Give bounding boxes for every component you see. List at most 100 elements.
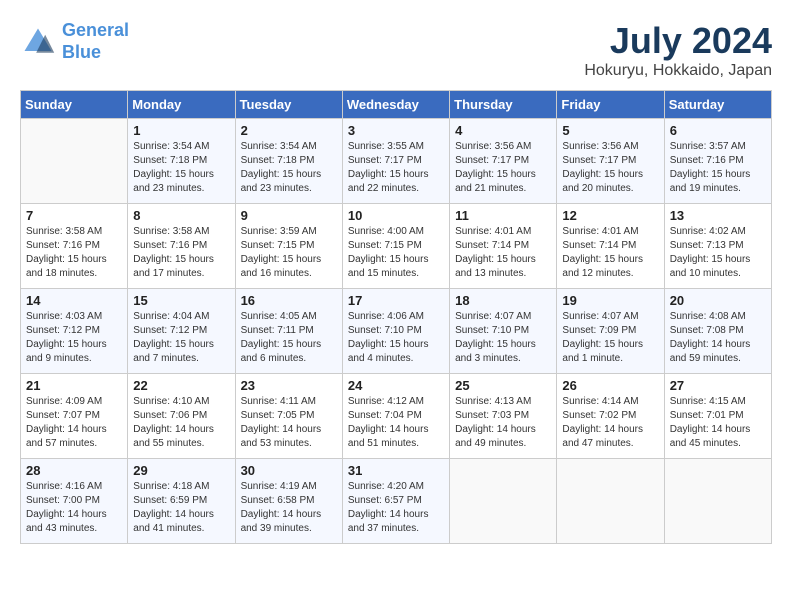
day-detail: Sunrise: 3:57 AMSunset: 7:16 PMDaylight:…: [670, 140, 766, 196]
day-number: 10: [348, 208, 444, 223]
day-detail: Sunrise: 3:54 AMSunset: 7:18 PMDaylight:…: [133, 140, 229, 196]
day-number: 12: [562, 208, 658, 223]
calendar-week-5: 28 Sunrise: 4:16 AMSunset: 7:00 PMDayligh…: [21, 459, 772, 544]
calendar-cell: 4 Sunrise: 3:56 AMSunset: 7:17 PMDaylight…: [450, 119, 557, 204]
day-detail: Sunrise: 4:14 AMSunset: 7:02 PMDaylight:…: [562, 395, 658, 451]
day-detail: Sunrise: 4:03 AMSunset: 7:12 PMDaylight:…: [26, 310, 122, 366]
day-number: 17: [348, 293, 444, 308]
day-detail: Sunrise: 4:19 AMSunset: 6:58 PMDaylight:…: [241, 480, 337, 536]
page-header: General Blue July 2024 Hokuryu, Hokkaido…: [20, 20, 772, 80]
calendar-cell: 26 Sunrise: 4:14 AMSunset: 7:02 PMDayligh…: [557, 374, 664, 459]
month-title: July 2024: [584, 20, 772, 62]
calendar-cell: 13 Sunrise: 4:02 AMSunset: 7:13 PMDayligh…: [664, 204, 771, 289]
day-detail: Sunrise: 4:04 AMSunset: 7:12 PMDaylight:…: [133, 310, 229, 366]
day-number: 9: [241, 208, 337, 223]
day-detail: Sunrise: 3:56 AMSunset: 7:17 PMDaylight:…: [562, 140, 658, 196]
logo-line1: General: [62, 20, 129, 40]
day-number: 16: [241, 293, 337, 308]
day-number: 7: [26, 208, 122, 223]
calendar-cell: 12 Sunrise: 4:01 AMSunset: 7:14 PMDayligh…: [557, 204, 664, 289]
calendar-cell: 19Sunrise: 4:07 AMSunset: 7:09 PMDayligh…: [557, 289, 664, 374]
logo-text: General Blue: [62, 20, 129, 63]
day-detail: Sunrise: 3:59 AMSunset: 7:15 PMDaylight:…: [241, 225, 337, 281]
day-number: 20: [670, 293, 766, 308]
day-number: 6: [670, 123, 766, 138]
day-detail: Sunrise: 4:10 AMSunset: 7:06 PMDaylight:…: [133, 395, 229, 451]
calendar-cell: 2Sunrise: 3:54 AMSunset: 7:18 PMDaylight…: [235, 119, 342, 204]
day-number: 5: [562, 123, 658, 138]
day-number: 28: [26, 463, 122, 478]
calendar-cell: 7 Sunrise: 3:58 AMSunset: 7:16 PMDaylight…: [21, 204, 128, 289]
day-number: 23: [241, 378, 337, 393]
calendar-cell: 14 Sunrise: 4:03 AMSunset: 7:12 PMDayligh…: [21, 289, 128, 374]
day-number: 21: [26, 378, 122, 393]
day-number: 29: [133, 463, 229, 478]
calendar-cell: 20 Sunrise: 4:08 AMSunset: 7:08 PMDayligh…: [664, 289, 771, 374]
day-number: 26: [562, 378, 658, 393]
day-detail: Sunrise: 3:58 AMSunset: 7:16 PMDaylight:…: [133, 225, 229, 281]
calendar-week-1: 1Sunrise: 3:54 AMSunset: 7:18 PMDaylight…: [21, 119, 772, 204]
weekday-header-monday: Monday: [128, 91, 235, 119]
calendar-cell: 29Sunrise: 4:18 AMSunset: 6:59 PMDayligh…: [128, 459, 235, 544]
day-number: 13: [670, 208, 766, 223]
day-number: 30: [241, 463, 337, 478]
day-detail: Sunrise: 4:07 AMSunset: 7:10 PMDaylight:…: [455, 310, 551, 366]
logo: General Blue: [20, 20, 129, 63]
calendar-cell: 22 Sunrise: 4:10 AMSunset: 7:06 PMDayligh…: [128, 374, 235, 459]
calendar-cell: 1Sunrise: 3:54 AMSunset: 7:18 PMDaylight…: [128, 119, 235, 204]
weekday-header-thursday: Thursday: [450, 91, 557, 119]
day-number: 25: [455, 378, 551, 393]
calendar-week-4: 21Sunrise: 4:09 AMSunset: 7:07 PMDayligh…: [21, 374, 772, 459]
calendar-cell: 25 Sunrise: 4:13 AMSunset: 7:03 PMDayligh…: [450, 374, 557, 459]
day-detail: Sunrise: 4:16 AMSunset: 7:00 PMDaylight:…: [26, 480, 122, 536]
day-detail: Sunrise: 3:58 AMSunset: 7:16 PMDaylight:…: [26, 225, 122, 281]
calendar-cell: 24 Sunrise: 4:12 AMSunset: 7:04 PMDayligh…: [342, 374, 449, 459]
day-number: 11: [455, 208, 551, 223]
calendar-cell: [664, 459, 771, 544]
weekday-header-sunday: Sunday: [21, 91, 128, 119]
weekday-header-wednesday: Wednesday: [342, 91, 449, 119]
day-detail: Sunrise: 4:20 AMSunset: 6:57 PMDaylight:…: [348, 480, 444, 536]
calendar-cell: 11 Sunrise: 4:01 AMSunset: 7:14 PMDayligh…: [450, 204, 557, 289]
calendar-body: 1Sunrise: 3:54 AMSunset: 7:18 PMDaylight…: [21, 119, 772, 544]
day-detail: Sunrise: 4:01 AMSunset: 7:14 PMDaylight:…: [562, 225, 658, 281]
day-detail: Sunrise: 4:13 AMSunset: 7:03 PMDaylight:…: [455, 395, 551, 451]
weekday-header-tuesday: Tuesday: [235, 91, 342, 119]
day-detail: Sunrise: 4:15 AMSunset: 7:01 PMDaylight:…: [670, 395, 766, 451]
day-number: 24: [348, 378, 444, 393]
calendar-cell: [557, 459, 664, 544]
day-detail: Sunrise: 4:11 AMSunset: 7:05 PMDaylight:…: [241, 395, 337, 451]
weekday-header-row: SundayMondayTuesdayWednesdayThursdayFrid…: [21, 91, 772, 119]
day-detail: Sunrise: 4:02 AMSunset: 7:13 PMDaylight:…: [670, 225, 766, 281]
calendar-cell: 5 Sunrise: 3:56 AMSunset: 7:17 PMDaylight…: [557, 119, 664, 204]
weekday-header-friday: Friday: [557, 91, 664, 119]
day-detail: Sunrise: 4:00 AMSunset: 7:15 PMDaylight:…: [348, 225, 444, 281]
day-number: 31: [348, 463, 444, 478]
day-detail: Sunrise: 3:56 AMSunset: 7:17 PMDaylight:…: [455, 140, 551, 196]
calendar-cell: 30 Sunrise: 4:19 AMSunset: 6:58 PMDayligh…: [235, 459, 342, 544]
calendar-cell: 6 Sunrise: 3:57 AMSunset: 7:16 PMDaylight…: [664, 119, 771, 204]
calendar-cell: 18 Sunrise: 4:07 AMSunset: 7:10 PMDayligh…: [450, 289, 557, 374]
day-detail: Sunrise: 4:01 AMSunset: 7:14 PMDaylight:…: [455, 225, 551, 281]
day-number: 18: [455, 293, 551, 308]
calendar-cell: 21Sunrise: 4:09 AMSunset: 7:07 PMDayligh…: [21, 374, 128, 459]
title-block: July 2024 Hokuryu, Hokkaido, Japan: [584, 20, 772, 80]
day-detail: Sunrise: 4:05 AMSunset: 7:11 PMDaylight:…: [241, 310, 337, 366]
day-detail: Sunrise: 4:08 AMSunset: 7:08 PMDaylight:…: [670, 310, 766, 366]
day-number: 19: [562, 293, 658, 308]
weekday-header-saturday: Saturday: [664, 91, 771, 119]
calendar-cell: 31 Sunrise: 4:20 AMSunset: 6:57 PMDayligh…: [342, 459, 449, 544]
calendar-cell: 17Sunrise: 4:06 AMSunset: 7:10 PMDayligh…: [342, 289, 449, 374]
calendar-cell: [21, 119, 128, 204]
day-number: 14: [26, 293, 122, 308]
calendar-cell: 23 Sunrise: 4:11 AMSunset: 7:05 PMDayligh…: [235, 374, 342, 459]
calendar-cell: 8Sunrise: 3:58 AMSunset: 7:16 PMDaylight…: [128, 204, 235, 289]
calendar-cell: 10 Sunrise: 4:00 AMSunset: 7:15 PMDayligh…: [342, 204, 449, 289]
day-number: 3: [348, 123, 444, 138]
calendar-week-2: 7 Sunrise: 3:58 AMSunset: 7:16 PMDaylight…: [21, 204, 772, 289]
location: Hokuryu, Hokkaido, Japan: [584, 62, 772, 80]
day-number: 22: [133, 378, 229, 393]
day-number: 4: [455, 123, 551, 138]
calendar-cell: 15Sunrise: 4:04 AMSunset: 7:12 PMDayligh…: [128, 289, 235, 374]
day-detail: Sunrise: 4:12 AMSunset: 7:04 PMDaylight:…: [348, 395, 444, 451]
